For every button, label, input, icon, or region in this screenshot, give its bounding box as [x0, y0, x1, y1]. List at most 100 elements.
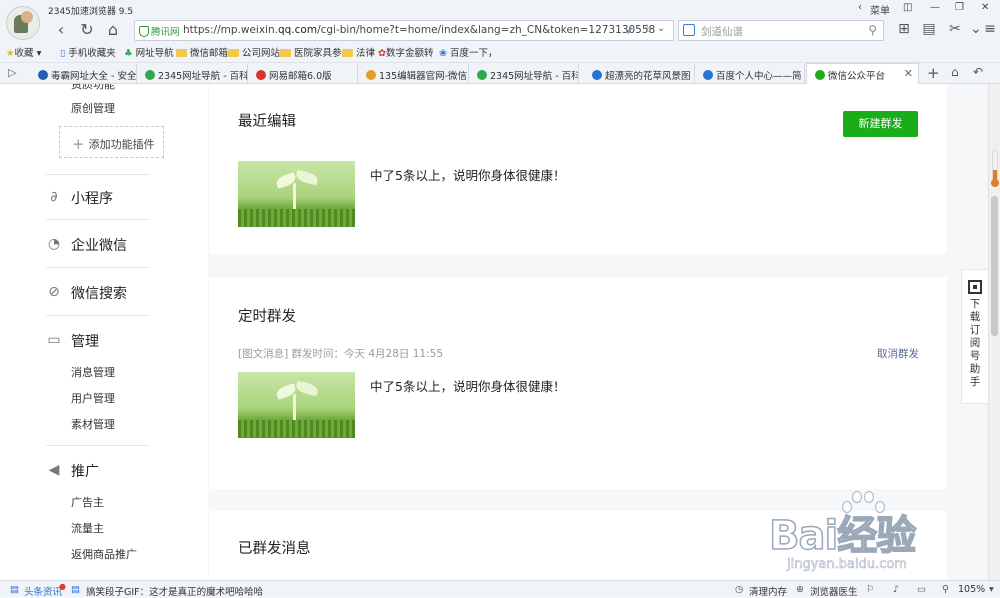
sidebar-toggle-icon[interactable]: ▷ — [8, 66, 16, 79]
news-icon: ▤ — [10, 584, 19, 595]
sidebar-item-users[interactable]: 用户管理 — [71, 390, 115, 406]
bookmark-nav[interactable]: ♣ 网址导航 — [124, 45, 174, 59]
tab-4[interactable]: 2345网址导航 - 百科 — [469, 64, 579, 84]
folder-icon — [176, 49, 187, 57]
clean-memory-button[interactable]: 清理内存 — [749, 584, 787, 598]
minimize-button[interactable]: — — [930, 2, 940, 13]
sidebar-section-wework[interactable]: 企业微信 — [71, 235, 127, 255]
bookmark-folder-mail[interactable]: 微信邮箱 — [176, 45, 228, 59]
more-icon[interactable]: ≡ — [981, 20, 999, 38]
ie-mode-icon[interactable]: ⚐ — [866, 584, 875, 595]
restore-button[interactable]: ❐ — [955, 2, 964, 13]
recent-edit-title: 最近编辑 — [238, 114, 296, 130]
new-tab-button[interactable]: + — [927, 64, 940, 82]
lightning-icon[interactable]: ϟ — [645, 24, 652, 35]
recent-edit-card: 最近编辑 新建群发 中了5条以上，说明你身体很健康！ — [209, 84, 947, 254]
bookmark-folder-law[interactable]: 法律 — [342, 45, 375, 59]
mini-program-icon: ∂ — [50, 189, 58, 205]
search-input[interactable]: 剑道仙谱 — [701, 24, 743, 39]
cancel-mass-send-link[interactable]: 取消群发 — [877, 346, 919, 361]
tab-5[interactable]: 超漂亮的花草风景图 — [584, 64, 695, 84]
rocket-icon[interactable]: ➶ — [625, 24, 634, 37]
volume-icon[interactable]: ♪ — [893, 584, 899, 595]
add-plugin-button[interactable]: + 添加功能插件 — [59, 126, 164, 158]
skin-icon[interactable]: ◫ — [903, 2, 912, 13]
subscription-helper-download[interactable]: 下载订阅号助手 — [961, 269, 988, 404]
url-text[interactable]: https://mp.weixin.qq.com/cgi-bin/home?t=… — [183, 24, 655, 36]
search-icon[interactable]: ⚲ — [868, 23, 877, 37]
bookmark-folder-hospital[interactable]: 医院家具参 — [280, 45, 342, 59]
display-icon[interactable]: ▭ — [917, 584, 926, 595]
tab-6[interactable]: 百度个人中心——简 — [695, 64, 805, 84]
sidebar-section-search[interactable]: 微信搜索 — [71, 283, 127, 303]
sidebar-item-publisher[interactable]: 流量主 — [71, 520, 104, 536]
zoom-level[interactable]: 105% — [958, 584, 985, 595]
menu-button[interactable]: 菜单 — [870, 2, 890, 17]
promotion-icon: ◀ — [48, 462, 60, 478]
sidebar-section-manage[interactable]: 管理 — [71, 331, 99, 351]
tab-3[interactable]: 135编辑器官网-微信 — [358, 64, 469, 84]
new-mass-send-button[interactable]: 新建群发 — [843, 111, 918, 137]
user-avatar[interactable] — [6, 6, 40, 40]
sidebar-item-qualification[interactable]: 资质功能 — [71, 84, 115, 92]
article-thumbnail[interactable] — [238, 372, 355, 438]
phone-icon: ▯ — [60, 48, 66, 59]
tab-7-active[interactable]: 微信公众平台 ✕ — [806, 63, 919, 85]
browser-doctor-button[interactable]: 浏览器医生 — [810, 584, 858, 598]
security-badge[interactable]: 腾讯网 — [139, 24, 180, 38]
search-engine-icon[interactable] — [683, 24, 695, 36]
back-button[interactable]: ‹ — [50, 20, 72, 40]
manage-icon: ▭ — [47, 332, 61, 348]
bookmark-baidu[interactable]: ❀ 百度一下， — [439, 45, 498, 59]
bookmark-folder-company[interactable]: 公司网站 — [228, 45, 280, 59]
search-box[interactable]: 剑道仙谱 ⚲ — [678, 20, 884, 41]
favicon-icon — [366, 70, 376, 80]
bookmark-mobile[interactable]: ▯ 手机收藏夹 — [60, 45, 116, 59]
address-bar[interactable]: 腾讯网 https://mp.weixin.qq.com/cgi-bin/hom… — [134, 20, 674, 41]
tab-0[interactable]: 毒霸网址大全 - 安全 — [30, 64, 137, 84]
tab-1[interactable]: 2345网址导航 - 百科 — [137, 64, 248, 84]
sidebar-item-advertiser[interactable]: 广告主 — [71, 494, 104, 510]
apps-icon[interactable]: ⊞ — [895, 20, 913, 38]
sidebar-item-materials[interactable]: 素材管理 — [71, 416, 115, 432]
page-content: 资质功能 原创管理 + 添加功能插件 ∂ 小程序 ◔ 企业微信 ⊘ 微信搜索 ▭ … — [0, 84, 988, 580]
undo-close-icon[interactable]: ↶ — [973, 65, 983, 79]
article-thumbnail[interactable] — [238, 161, 355, 227]
home-button[interactable]: ⌂ — [102, 20, 124, 40]
url-dropdown-icon[interactable]: ⌄ — [657, 23, 665, 34]
refresh-button[interactable]: ↻ — [76, 20, 98, 40]
divider — [46, 445, 150, 446]
sidebar-item-commission[interactable]: 返佣商品推广 — [71, 546, 137, 562]
folder-icon — [280, 49, 291, 57]
tab-2[interactable]: 网易邮箱6.0版 — [248, 64, 358, 84]
close-window-button[interactable]: ✕ — [981, 2, 989, 13]
article-title[interactable]: 中了5条以上，说明你身体很健康！ — [370, 376, 565, 395]
article-title[interactable]: 中了5条以上，说明你身体很健康！ — [370, 165, 565, 184]
divider — [46, 219, 150, 220]
tab-manager-icon[interactable]: ⌂ — [951, 65, 959, 79]
sidebar-item-original[interactable]: 原创管理 — [71, 100, 115, 116]
bookmarks-bar: ★收藏 ▾ ▯ 手机收藏夹 ♣ 网址导航 微信邮箱 公司网站 医院家具参 法律 … — [0, 43, 1000, 61]
zoom-dropdown-icon[interactable]: ▾ — [989, 584, 994, 595]
reader-icon[interactable]: ▤ — [920, 20, 938, 38]
favicon-icon — [256, 70, 266, 80]
tab-close-icon[interactable]: ✕ — [904, 67, 913, 80]
screenshot-dropdown-icon[interactable]: ⌄ — [970, 20, 982, 38]
bookmark-icon: ✿ — [378, 48, 386, 59]
scheduled-title: 定时群发 — [238, 309, 296, 325]
doctor-icon: ⊕ — [796, 584, 804, 595]
sidebar-item-messages[interactable]: 消息管理 — [71, 364, 115, 380]
screenshot-icon[interactable]: ✂ — [946, 20, 964, 38]
menu-chevron-icon[interactable]: ‹ — [858, 2, 862, 13]
folder-icon — [228, 49, 239, 57]
bookmark-favorites[interactable]: ★收藏 ▾ — [6, 45, 41, 59]
news-ticker[interactable]: 搞笑段子GIF：这才是真正的魔术吧哈哈哈 — [86, 584, 263, 598]
bookmark-amount[interactable]: ✿数字金额转 — [378, 45, 433, 59]
star-icon: ★ — [6, 48, 15, 59]
sidebar-section-miniprogram[interactable]: 小程序 — [71, 188, 113, 208]
folder-icon — [342, 49, 353, 57]
divider — [46, 174, 150, 175]
news-button[interactable]: 头条资讯 — [24, 584, 62, 598]
scrollbar-thumb[interactable] — [991, 196, 998, 336]
sidebar-section-promotion[interactable]: 推广 — [71, 461, 99, 481]
